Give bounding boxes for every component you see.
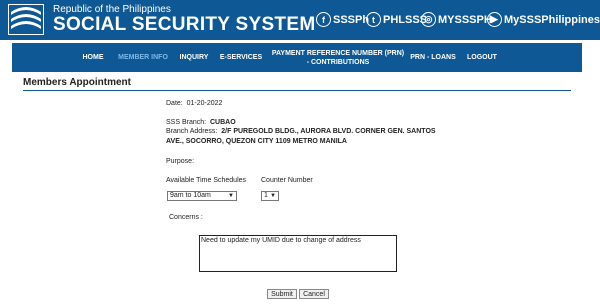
chevron-down-icon: ▼ (270, 193, 276, 199)
branch-label: SSS Branch: (166, 119, 207, 126)
date-value: 01-20-2022 (186, 100, 223, 107)
sss-logo-icon (8, 4, 44, 35)
address-row: Branch Address: 2/F PUREGOLD BLDG., AURO… (166, 128, 436, 135)
branch-row: SSS Branch: CUBAO (166, 119, 236, 126)
youtube-icon: ▶ (487, 12, 502, 27)
social-link-twitter[interactable]: t PHLSSS (366, 12, 427, 27)
cancel-button[interactable]: Cancel (299, 289, 329, 299)
nav-item-e-services[interactable]: E-SERVICES (219, 43, 263, 72)
site-header: Republic of the Philippines SOCIAL SECUR… (0, 0, 600, 40)
address-label: Branch Address: (166, 128, 218, 135)
concerns-label: Concerns : (169, 214, 203, 221)
schedule-select[interactable]: 9am to 10am ▼ (167, 191, 237, 201)
address-line-1: 2/F PUREGOLD BLDG., AURORA BLVD. CORNER … (221, 128, 436, 135)
counter-select-value: 1 (264, 192, 268, 199)
address-line-2: AVE., SOCORRO, QUEZON CITY 1109 METRO MA… (166, 138, 347, 145)
header-title: SOCIAL SECURITY SYSTEM (53, 14, 316, 35)
date-row: Date: 01-20-2022 (166, 100, 222, 107)
schedule-label: Available Time Schedules (166, 177, 247, 184)
main-nav: HOME MEMBER INFO INQUIRY E-SERVICES PAYM… (12, 43, 582, 72)
counter-label: Counter Number (261, 177, 313, 184)
schedule-select-value: 9am to 10am (170, 192, 211, 199)
social-label: SSSPh (333, 13, 370, 26)
instagram-icon: ◎ (421, 12, 436, 27)
facebook-icon: f (316, 12, 331, 27)
nav-item-home[interactable]: HOME (78, 43, 108, 72)
social-link-instagram[interactable]: ◎ MYSSSPH (421, 12, 492, 27)
nav-item-logout[interactable]: LOGOUT (464, 43, 500, 72)
nav-item-prn-loans[interactable]: PRN - LOANS (407, 43, 459, 72)
nav-item-member-info[interactable]: MEMBER INFO (116, 43, 170, 72)
counter-select[interactable]: 1 ▼ (261, 191, 279, 201)
submit-button[interactable]: Submit (267, 289, 297, 299)
nav-item-prn-contributions[interactable]: PAYMENT REFERENCE NUMBER (PRN) - CONTRIB… (271, 43, 405, 72)
branch-value: CUBAO (209, 119, 236, 126)
chevron-down-icon: ▼ (228, 193, 234, 199)
social-link-youtube[interactable]: ▶ MySSSPhilippines (487, 12, 600, 27)
social-label: MySSSPhilippines (504, 13, 600, 26)
page-title: Members Appointment (23, 77, 131, 88)
social-label: MYSSSPH (438, 13, 492, 26)
twitter-icon: t (366, 12, 381, 27)
date-label: Date: (166, 100, 183, 107)
social-link-facebook[interactable]: f SSSPh (316, 12, 369, 27)
title-divider (23, 90, 571, 91)
purpose-label: Purpose: (166, 158, 195, 165)
concerns-textarea[interactable]: Need to update my UMID due to change of … (199, 235, 397, 272)
nav-item-inquiry[interactable]: INQUIRY (177, 43, 211, 72)
